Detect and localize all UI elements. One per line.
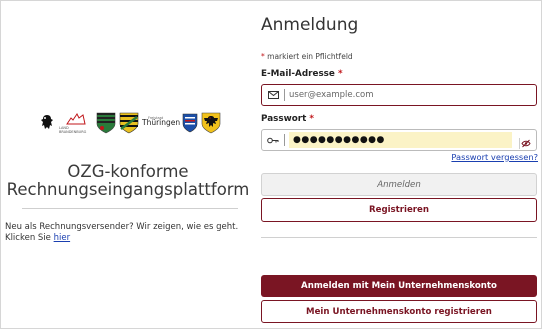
saxony-logo xyxy=(119,112,139,134)
password-input[interactable]: ●●●●●●●●●●● xyxy=(289,132,512,148)
saxony-anhalt-logo xyxy=(96,112,116,134)
new-sender-hint: Neu als Rechnungsversender? Wir zeigen, … xyxy=(5,222,250,244)
left-divider xyxy=(22,208,238,209)
platform-title-line2: Rechnungseingangsplattform xyxy=(6,180,250,199)
new-sender-hint-text: Neu als Rechnungsversender? Wir zeigen, … xyxy=(5,222,239,243)
business-account-login-button[interactable]: Anmelden mit Mein Unternehmenskonto xyxy=(261,275,537,297)
email-label: E-Mail-Adresse * xyxy=(261,69,343,79)
required-star: * xyxy=(261,52,265,61)
password-field[interactable]: ●●●●●●●●●●● xyxy=(261,129,537,151)
forgot-password-link[interactable]: Passwort vergessen? xyxy=(451,152,538,162)
email-required-star: * xyxy=(337,69,343,79)
platform-title: OZG-konforme Rechnungseingangsplattform xyxy=(0,163,256,199)
login-button[interactable]: Anmelden xyxy=(261,173,537,196)
germany-eagle-logo xyxy=(201,112,221,134)
platform-title-line1: OZG-konforme xyxy=(67,162,189,181)
brandenburg-logo: LAND BRANDENBURG xyxy=(59,111,93,135)
password-value: ●●●●●●●●●●● xyxy=(293,135,385,145)
key-icon xyxy=(262,137,284,144)
email-label-text: E-Mail-Adresse xyxy=(261,69,335,79)
brandenburg-logo-text: LAND BRANDENBURG xyxy=(59,126,87,134)
berlin-logo xyxy=(38,112,56,134)
left-panel: LAND BRANDENBURG Freistaat Thüringen OZG… xyxy=(0,0,256,329)
login-heading: Anmeldung xyxy=(261,15,359,35)
thueringen-logo: Freistaat Thüringen xyxy=(142,112,198,134)
password-label: Passwort * xyxy=(261,114,314,124)
thueringen-logo-sup: Freistaat xyxy=(148,116,164,120)
login-divider xyxy=(261,237,537,238)
hint-here-link[interactable]: hier xyxy=(54,233,70,243)
state-logos: LAND BRANDENBURG Freistaat Thüringen xyxy=(38,111,221,135)
password-field-separator xyxy=(284,134,285,146)
email-input[interactable] xyxy=(289,90,536,100)
envelope-icon xyxy=(262,91,284,99)
password-required-star: * xyxy=(309,114,315,124)
register-button[interactable]: Registrieren xyxy=(261,198,537,222)
email-field[interactable] xyxy=(261,84,537,106)
business-account-register-button[interactable]: Mein Unternehmenskonto registrieren xyxy=(261,300,537,323)
required-field-note: * markiert ein Pflichtfeld xyxy=(261,52,353,61)
email-field-separator xyxy=(284,89,285,101)
required-note-text: markiert ein Pflichtfeld xyxy=(267,52,353,61)
password-label-text: Passwort xyxy=(261,114,307,124)
eye-slash-icon[interactable] xyxy=(518,134,532,153)
